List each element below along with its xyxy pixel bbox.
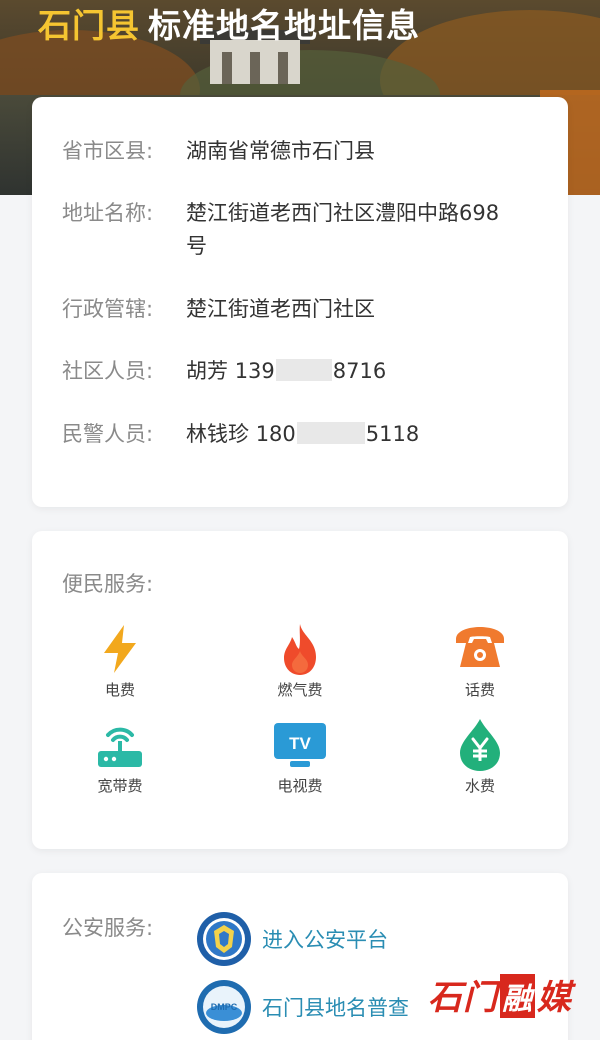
router-icon — [98, 727, 142, 767]
watermark-text-3: 媒 — [537, 978, 572, 1018]
convenience-services-card: 便民服务: 电费 燃气费 话费 宽带费 TV 电视费 水费 — [32, 531, 568, 849]
flame-icon — [284, 624, 316, 675]
phone-fee-button[interactable]: 话费 — [420, 621, 540, 700]
info-label: 地址名称: — [62, 201, 154, 225]
service-label: 话费 — [464, 681, 495, 699]
service-label: 宽带费 — [97, 777, 143, 795]
police-officer-contact[interactable]: 林钱珍 180 5118 — [186, 418, 548, 451]
county-name: 石门县 — [38, 6, 140, 45]
info-label: 民警人员: — [62, 422, 154, 446]
info-label: 行政管辖: — [62, 297, 154, 321]
dmpc-badge-icon: DMPC — [197, 980, 251, 1034]
info-value: 楚江街道老西门社区 — [186, 297, 375, 321]
phone-prefix: 139 — [234, 359, 275, 383]
service-label: 电费 — [104, 681, 135, 699]
telephone-icon — [456, 627, 504, 667]
service-label: 水费 — [464, 777, 495, 795]
tv-icon: TV — [274, 723, 326, 767]
address-line-1: 楚江街道老西门社区澧阳中路698 — [186, 201, 500, 225]
phone-mask — [296, 422, 365, 444]
water-fee-button[interactable]: 水费 — [420, 717, 540, 796]
electricity-fee-button[interactable]: 电费 — [60, 621, 180, 700]
service-label: 燃气费 — [277, 681, 323, 699]
police-platform-label: 进入公安平台 — [262, 928, 388, 952]
page-title: 石门县 标准地名地址信息 — [38, 5, 420, 47]
tv-fee-button[interactable]: TV 电视费 — [240, 717, 360, 796]
phone-mask — [275, 359, 332, 381]
service-label: 电视费 — [277, 777, 323, 795]
officer-name: 林钱珍 — [186, 422, 249, 446]
water-drop-icon — [460, 719, 500, 771]
broadband-fee-button[interactable]: 宽带费 — [60, 717, 180, 796]
svg-text:TV: TV — [289, 734, 311, 753]
phone-prefix: 180 — [255, 422, 296, 446]
media-watermark-logo: 石门融媒 — [428, 970, 572, 1018]
police-badge-icon — [197, 912, 251, 966]
watermark-text-1: 石门 — [428, 978, 498, 1018]
info-value: 湖南省常德市石门县 — [186, 139, 375, 163]
page-title-text: 标准地名地址信息 — [148, 6, 420, 45]
place-name-census-label: 石门县地名普查 — [262, 996, 409, 1020]
phone-suffix: 5118 — [365, 422, 420, 446]
community-staff-contact[interactable]: 胡芳 139 8716 — [186, 355, 548, 388]
gas-fee-button[interactable]: 燃气费 — [240, 621, 360, 700]
staff-name: 胡芳 — [186, 359, 228, 383]
police-section-label: 公安服务: — [62, 916, 154, 940]
info-label: 省市区县: — [62, 139, 154, 163]
phone-suffix: 8716 — [332, 359, 387, 383]
info-label: 社区人员: — [62, 359, 154, 383]
address-line-2: 号 — [186, 234, 207, 258]
lightning-icon — [104, 625, 136, 673]
services-section-label: 便民服务: — [62, 572, 154, 596]
svg-text:DMPC: DMPC — [211, 1002, 238, 1012]
info-value: 楚江街道老西门社区澧阳中路698 号 — [186, 197, 548, 263]
address-info-card: 省市区县: 湖南省常德市石门县 地址名称: 楚江街道老西门社区澧阳中路698 号… — [32, 97, 568, 507]
watermark-text-2: 融 — [500, 974, 535, 1018]
